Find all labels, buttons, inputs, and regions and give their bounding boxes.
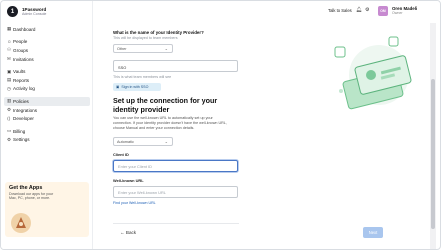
brand-subtitle: Admin Console [22, 12, 47, 17]
client-id-label: Client ID [113, 151, 129, 157]
provider-name-input[interactable]: SSO [113, 60, 238, 72]
sidebar-item-label: Developer [13, 116, 34, 122]
sidebar-item-developer[interactable]: ⟨⟩ Developer [4, 114, 90, 123]
back-button[interactable]: ← Back [120, 230, 136, 235]
app-window: 1 1Password Admin Console ▦ Dashboard ☺ Pe… [0, 0, 441, 250]
sidebar-item-label: Vaults [13, 69, 26, 75]
sso-illustration [327, 31, 417, 111]
back-label: Back [125, 230, 137, 235]
client-id-input[interactable]: Enter your Client ID [113, 159, 238, 172]
wellknown-url-label: Well-known URL [113, 177, 144, 183]
user-menu[interactable]: Oren Madeli Owner [392, 6, 417, 15]
promo-illustration [11, 213, 31, 233]
sso-button-label: Sign in with SSO [121, 85, 149, 89]
sidebar-item-label: Invitations [13, 56, 34, 62]
scrollbar-thumb[interactable] [431, 79, 435, 229]
promo-text: Download our apps for your Mac, PC, phon… [9, 192, 54, 201]
section-text: You can use the well-known URL to automa… [113, 116, 227, 130]
sidebar-item-policies[interactable]: ▥ Policies [4, 97, 90, 106]
sidebar-item-settings[interactable]: ⚙ Settings [4, 136, 90, 145]
brand-logo: 1 [7, 6, 18, 17]
connection-mode-value: Automatic [117, 139, 134, 144]
promo-title: Get the Apps [9, 185, 43, 191]
find-wellknown-url-link[interactable]: Find your Well-known URL [113, 201, 239, 205]
sidebar-item-integrations[interactable]: ⚙ Integrations [4, 106, 90, 115]
scrollbar[interactable] [430, 23, 436, 249]
sign-in-with-sso-button[interactable]: ▣ Sign in with SSO [113, 83, 161, 91]
sidebar-nav: ▦ Dashboard ☺ People ⚇ Groups ✉ Invitations … [4, 25, 90, 144]
sidebar-item-label: Reports [13, 77, 30, 83]
sidebar-item-activity-log[interactable]: ◷ Activity log [4, 85, 90, 94]
idp-question-hint: This will be displayed to team members [113, 36, 178, 40]
talk-to-sales-link[interactable]: Talk to Sales [328, 8, 352, 13]
sidebar-item-groups[interactable]: ⚇ Groups [4, 46, 90, 55]
sidebar-item-vaults[interactable]: ▣ Vaults [4, 67, 90, 76]
sidebar-item-dashboard[interactable]: ▦ Dashboard [4, 25, 90, 34]
sidebar-item-label: Activity log [13, 86, 35, 92]
provider-name-value: SSO [118, 64, 127, 70]
next-button[interactable]: Next [363, 227, 383, 238]
wellknown-url-input[interactable]: Enter your Well-known URL [113, 185, 238, 198]
sidebar-item-label: Integrations [13, 107, 38, 113]
sidebar-item-label: Groups [13, 47, 29, 53]
section-title: Set up the connection for your identity … [113, 96, 218, 114]
idp-question: What is the name of your Identity Provid… [113, 30, 204, 35]
sso-icon: ▣ [116, 85, 120, 89]
idp-select-value: Other [117, 47, 127, 51]
connection-mode-select[interactable]: Automatic ⌄ [113, 136, 173, 146]
user-role: Owner [392, 11, 403, 16]
brand[interactable]: 1 1Password Admin Console [7, 6, 46, 17]
sidebar: 1 1Password Admin Console ▦ Dashboard ☺ Pe… [1, 1, 93, 249]
sidebar-item-label: People [13, 39, 28, 45]
sidebar-item-people[interactable]: ☺ People [4, 38, 90, 47]
chevron-down-icon: ⌄ [164, 46, 168, 51]
sidebar-item-reports[interactable]: ▤ Reports [4, 76, 90, 85]
help-icon[interactable]: ⚙ [365, 7, 369, 13]
sso-setup-form: What is the name of your Identity Provid… [113, 30, 239, 205]
top-bar: Talk to Sales 🔔︎ ⚙ OM Oren Madeli Owner [93, 1, 440, 23]
wellknown-url-placeholder: Enter your Well-known URL [118, 190, 166, 196]
idp-select[interactable]: Other ⌄ [113, 44, 173, 53]
provider-name-hint: This is what team members will see [113, 75, 172, 79]
get-apps-promo[interactable]: Get the Apps Download our apps for your … [5, 182, 89, 237]
sidebar-item-label: Billing [13, 128, 26, 134]
chevron-down-icon: ⌄ [164, 138, 168, 144]
arrow-left-icon: ← [120, 230, 125, 235]
sidebar-item-label: Policies [13, 98, 29, 104]
avatar[interactable]: OM [378, 6, 388, 16]
bell-icon[interactable]: 🔔︎ [356, 7, 362, 13]
sidebar-item-invitations[interactable]: ✉ Invitations [4, 55, 90, 64]
client-id-placeholder: Enter your Client ID [118, 164, 152, 170]
sidebar-item-label: Settings [13, 137, 30, 143]
sidebar-item-label: Dashboard [13, 26, 36, 32]
sidebar-item-billing[interactable]: ▭ Billing [4, 127, 90, 136]
divider [113, 223, 239, 224]
